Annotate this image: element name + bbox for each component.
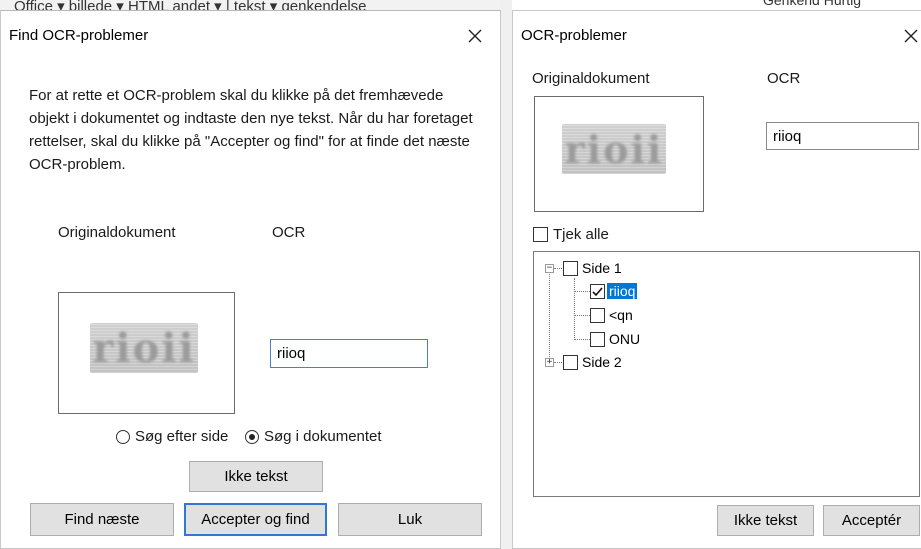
scanned-word-image: rioii	[562, 124, 666, 174]
checkmark-icon	[592, 287, 603, 297]
scanned-word-text: rioii	[92, 324, 196, 372]
find-next-button[interactable]: Find næste	[30, 503, 174, 536]
tree-item-qn[interactable]: <qn	[609, 307, 633, 323]
expand-icon[interactable]: +	[545, 358, 554, 367]
find-ocr-problems-dialog: Find OCR-problemer For at rette et OCR-p…	[0, 10, 501, 549]
search-by-page-label[interactable]: Søg efter side	[135, 428, 228, 445]
search-in-document-label[interactable]: Søg i dokumentet	[264, 428, 382, 445]
dialog-title: Find OCR-problemer	[9, 27, 149, 44]
tree-item-page1[interactable]: Side 1	[582, 260, 622, 276]
dialog-title: OCR-problemer	[521, 27, 627, 44]
close-button[interactable]: Luk	[338, 503, 482, 536]
check-all-checkbox[interactable]	[533, 227, 548, 242]
ocr-text-input[interactable]	[766, 122, 919, 150]
scanned-word-text: rioii	[564, 126, 664, 172]
background-menu-text-right: Genkend Hurtig	[763, 0, 862, 8]
scanned-word-image: rioii	[90, 323, 198, 373]
tree-checkbox-page2[interactable]	[563, 355, 578, 370]
ocr-label: OCR	[272, 224, 306, 241]
accept-button[interactable]: Acceptér	[823, 505, 920, 536]
not-text-button[interactable]: Ikke tekst	[717, 505, 814, 536]
original-image-box: rioii	[58, 292, 235, 414]
tree-item-riioq[interactable]: riioq	[607, 283, 638, 299]
accept-and-find-button[interactable]: Accepter og find	[184, 503, 327, 536]
search-in-document-radio[interactable]	[245, 430, 259, 444]
close-icon[interactable]	[464, 25, 486, 47]
tree-item-onu[interactable]: ONU	[609, 331, 640, 347]
search-by-page-radio[interactable]	[116, 430, 130, 444]
original-image-box: rioii	[534, 96, 704, 212]
instructions-text: For at rette et OCR-problem skal du klik…	[29, 87, 473, 173]
screenshot-divider	[500, 0, 512, 549]
ocr-text-input[interactable]	[270, 339, 428, 368]
check-all-label[interactable]: Tjek alle	[553, 226, 609, 243]
tree-checkbox-item1[interactable]	[590, 284, 605, 299]
ocr-problems-dialog: OCR-problemer Originaldokument OCR rioii…	[512, 10, 921, 549]
collapse-icon[interactable]: −	[545, 264, 554, 273]
tree-item-page2[interactable]: Side 2	[582, 354, 622, 370]
ocr-label: OCR	[767, 70, 801, 87]
tree-checkbox-item3[interactable]	[590, 332, 605, 347]
original-document-label: Originaldokument	[58, 224, 176, 241]
close-icon[interactable]	[900, 25, 921, 47]
problems-tree[interactable]: − Side 1 riioq <qn ONU + Side 2	[533, 251, 920, 497]
tree-checkbox-item2[interactable]	[590, 308, 605, 323]
original-document-label: Originaldokument	[532, 70, 650, 87]
not-text-button[interactable]: Ikke tekst	[189, 461, 323, 492]
tree-checkbox-page1[interactable]	[563, 261, 578, 276]
